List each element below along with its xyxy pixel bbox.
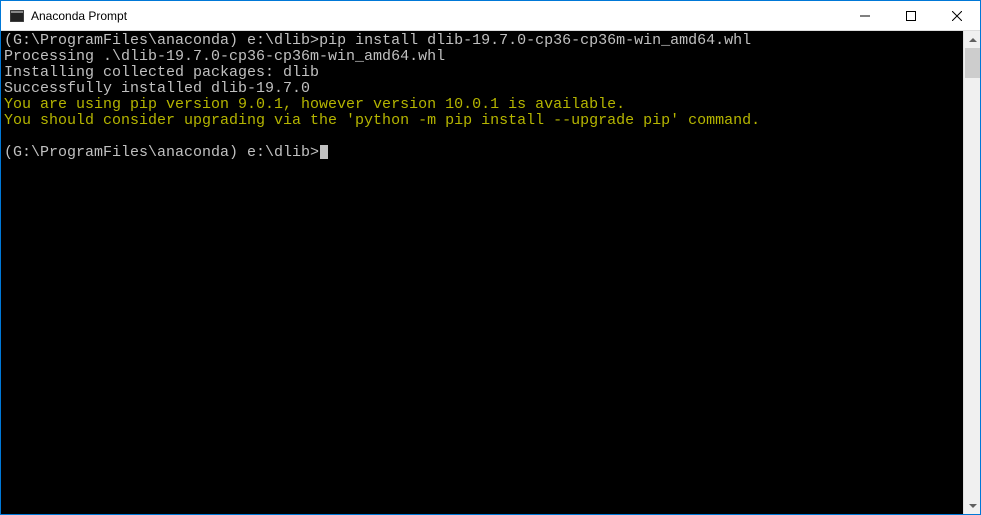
terminal-container: (G:\ProgramFiles\anaconda) e:\dlib>pip i… <box>1 31 980 514</box>
scroll-thumb[interactable] <box>965 48 980 78</box>
output-line: Processing .\dlib-19.7.0-cp36-cp36m-win_… <box>4 48 445 65</box>
output-line: Successfully installed dlib-19.7.0 <box>4 80 310 97</box>
warning-line: You are using pip version 9.0.1, however… <box>4 96 625 113</box>
prompt-line: (G:\ProgramFiles\anaconda) e:\dlib> <box>4 32 319 49</box>
warning-line: You should consider upgrading via the 'p… <box>4 112 760 129</box>
minimize-button[interactable] <box>842 1 888 30</box>
command-text: pip install dlib-19.7.0-cp36-cp36m-win_a… <box>319 32 751 49</box>
scroll-up-icon[interactable] <box>964 31 981 48</box>
window-controls <box>842 1 980 30</box>
cursor <box>320 145 328 159</box>
titlebar: Anaconda Prompt <box>1 1 980 31</box>
close-button[interactable] <box>934 1 980 30</box>
terminal-output[interactable]: (G:\ProgramFiles\anaconda) e:\dlib>pip i… <box>1 31 963 514</box>
prompt-line: (G:\ProgramFiles\anaconda) e:\dlib> <box>4 144 319 161</box>
scroll-down-icon[interactable] <box>964 497 981 514</box>
scrollbar[interactable] <box>963 31 980 514</box>
app-icon <box>9 8 25 24</box>
output-line: Installing collected packages: dlib <box>4 64 319 81</box>
maximize-button[interactable] <box>888 1 934 30</box>
window-title: Anaconda Prompt <box>31 9 842 23</box>
